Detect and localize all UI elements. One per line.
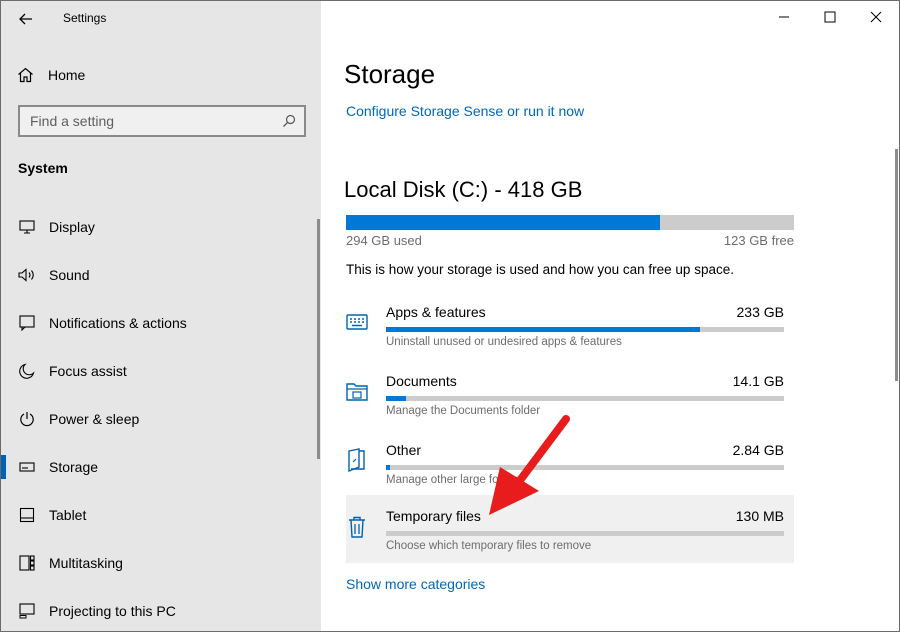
notification-icon [18,314,36,332]
minimize-button[interactable] [761,1,807,33]
sidebar-item-label: Display [49,219,95,235]
sidebar-nav: Display Sound Notifications & actions Fo… [1,203,317,631]
sidebar-item-tablet[interactable]: Tablet [1,491,317,539]
category-size: 233 GB [736,304,784,320]
moon-icon [18,362,36,380]
category-usage-bar [386,531,784,536]
category-name: Temporary files [386,508,481,524]
disk-used-label: 294 GB used [346,233,422,248]
sidebar-item-storage[interactable]: Storage [1,443,317,491]
search-box[interactable] [18,105,306,137]
category-size: 2.84 GB [732,442,784,458]
monitor-icon [18,218,36,236]
category-usage-bar [386,465,784,470]
sidebar-item-label: Tablet [49,507,87,523]
multitasking-icon [18,554,36,572]
back-arrow-icon [19,13,32,25]
sidebar-item-label: Power & sleep [49,411,140,427]
projecting-icon [18,602,36,620]
maximize-button[interactable] [807,1,853,33]
section-title: System [18,160,68,176]
disk-title: Local Disk (C:) - 418 GB [344,177,583,202]
sidebar-item-multitasking[interactable]: Multitasking [1,539,317,587]
disk-usage-bar [346,215,794,230]
page-title: Storage [344,59,436,89]
category-usage-bar [386,396,784,401]
maximize-icon [824,11,836,23]
sidebar-item-display[interactable]: Display [1,203,317,251]
drive-icon [18,458,36,476]
category-other[interactable]: Other 2.84 GB Manage other large folders [346,436,794,502]
sidebar-item-label: Focus assist [49,363,127,379]
category-subtitle: Manage other large folders [386,474,524,486]
search-icon[interactable] [282,114,296,128]
sidebar-item-power-sleep[interactable]: Power & sleep [1,395,317,443]
category-name: Apps & features [386,304,486,320]
sidebar-item-label: Multitasking [49,555,123,571]
category-apps-features[interactable]: Apps & features 233 GB Uninstall unused … [346,298,794,364]
show-more-categories-link[interactable]: Show more categories [346,576,485,592]
category-usage-bar [386,327,784,332]
sidebar-item-label: Notifications & actions [49,315,187,331]
category-size: 130 MB [735,508,784,524]
sidebar-item-notifications[interactable]: Notifications & actions [1,299,317,347]
close-icon [870,11,882,23]
minimize-icon [779,16,789,18]
sidebar-item-label: Sound [49,267,90,283]
main-content: Storage Configure Storage Sense or run i… [321,1,899,631]
sidebar-item-focus-assist[interactable]: Focus assist [1,347,317,395]
folder-icon [346,379,368,403]
sidebar-scrollbar[interactable] [317,219,320,459]
back-button[interactable] [13,7,39,31]
home-link[interactable]: Home [17,63,85,87]
settings-window: Settings Home System Display Sound Notif… [0,0,900,632]
other-files-icon [346,448,368,472]
category-temporary-files[interactable]: Temporary files 130 MB Choose which temp… [346,495,794,563]
close-button[interactable] [853,1,899,33]
category-usage-fill [386,465,390,470]
category-name: Other [386,442,422,458]
main-scrollbar[interactable] [895,149,898,381]
sidebar-item-label: Storage [49,459,99,475]
tablet-icon [18,506,36,524]
category-usage-fill [386,396,406,401]
category-subtitle: Choose which temporary files to remove [386,540,592,552]
power-icon [18,410,36,428]
home-icon [18,67,33,83]
apps-icon [346,310,368,334]
search-input[interactable] [30,113,282,129]
disk-usage-fill [346,215,660,230]
home-label: Home [48,67,86,83]
sidebar: Settings Home System Display Sound Notif… [1,1,321,631]
sidebar-item-sound[interactable]: Sound [1,251,317,299]
trash-icon [346,515,368,539]
category-size: 14.1 GB [732,373,784,389]
category-documents[interactable]: Documents 14.1 GB Manage the Documents f… [346,367,794,433]
category-usage-fill [386,327,701,332]
storage-description: This is how your storage is used and how… [346,262,734,277]
speaker-icon [18,266,36,284]
sidebar-item-projecting[interactable]: Projecting to this PC [1,587,317,631]
disk-free-label: 123 GB free [723,233,794,248]
category-subtitle: Uninstall unused or undesired apps & fea… [386,336,622,348]
category-subtitle: Manage the Documents folder [386,405,541,417]
category-name: Documents [386,373,457,389]
configure-storage-sense-link[interactable]: Configure Storage Sense or run it now [346,103,584,119]
sidebar-item-label: Projecting to this PC [49,603,176,619]
app-title: Settings [63,11,107,25]
